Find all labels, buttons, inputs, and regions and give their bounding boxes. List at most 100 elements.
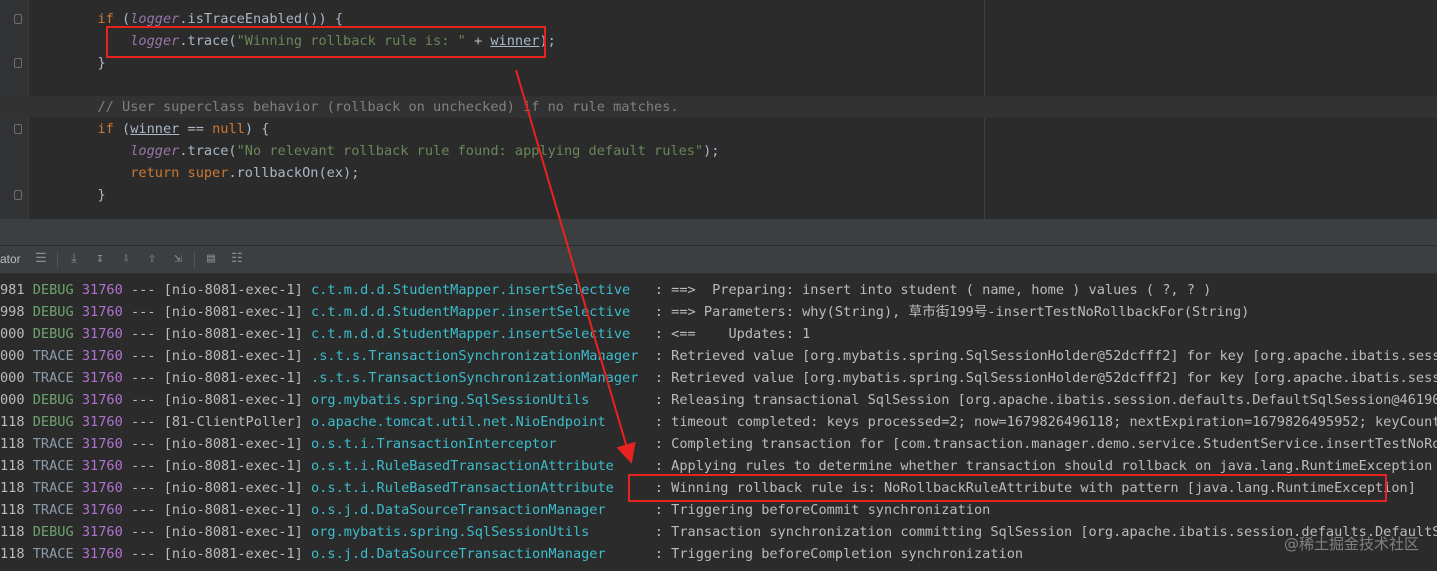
log-pid: 31760 [81,326,123,342]
code-highlight-box [106,26,546,58]
log-msg: : ==> Preparing: insert into student ( n… [654,282,1212,298]
code-token: == [179,121,213,137]
code-token: } [97,187,106,203]
log-thread: [nio-8081-exec-1] [163,326,303,342]
log-level: TRACE [32,436,74,452]
upload-icon[interactable]: ⇧ [144,251,160,267]
log-level: TRACE [32,480,74,496]
console-output[interactable]: 981 DEBUG 31760 --- [nio-8081-exec-1] c.… [0,274,1437,571]
log-row: 118 TRACE 31760 --- [nio-8081-exec-1] o.… [0,433,1437,455]
download-alt-icon[interactable]: ⇩ [118,251,134,267]
log-time: 000 [0,392,25,408]
fold-marker-icon[interactable] [14,190,22,200]
code-line: } [0,184,1437,206]
log-pid: 31760 [81,480,123,496]
code-token: ); [703,143,720,159]
watermark: @稀土掘金技术社区 [1283,535,1419,553]
log-logger[interactable]: c.t.m.d.d.StudentMapper.insertSelective [311,304,647,320]
log-time: 118 [0,458,25,474]
log-level: DEBUG [32,392,74,408]
fold-marker-icon[interactable] [14,124,22,134]
log-time: 000 [0,348,25,364]
console-toolbar: ator ☰ ⤓ ↧ ⇩ ⇧ ⇲ ▤ ☷ [0,245,1437,274]
log-thread: [nio-8081-exec-1] [163,502,303,518]
code-token: .trace( [179,143,237,159]
log-logger[interactable]: org.mybatis.spring.SqlSessionUtils [311,392,647,408]
log-pid: 31760 [81,370,123,386]
log-level: TRACE [32,458,74,474]
log-row: 118 TRACE 31760 --- [nio-8081-exec-1] o.… [0,543,1437,565]
log-row: 118 TRACE 31760 --- [nio-8081-exec-1] o.… [0,499,1437,521]
run-configuration-label[interactable]: ator [0,252,21,266]
log-logger[interactable]: o.s.j.d.DataSourceTransactionManager [311,502,647,518]
fold-marker-icon[interactable] [14,14,22,24]
log-msg: : Retrieved value [org.mybatis.spring.Sq… [654,348,1437,364]
log-thread: [nio-8081-exec-1] [163,524,303,540]
log-msg: : Releasing transactional SqlSession [or… [654,392,1437,408]
log-logger[interactable]: o.s.t.i.RuleBasedTransactionAttribute [311,480,647,496]
log-logger[interactable]: .s.t.s.TransactionSynchronizationManager [311,370,647,386]
log-time: 118 [0,480,25,496]
download-icon[interactable]: ↧ [92,251,108,267]
log-level: TRACE [32,348,74,364]
log-logger[interactable]: o.s.t.i.RuleBasedTransactionAttribute [311,458,647,474]
log-logger[interactable]: o.s.t.i.TransactionInterceptor [311,436,647,452]
log-pid: 31760 [81,436,123,452]
log-level: TRACE [32,546,74,562]
log-row: 981 DEBUG 31760 --- [nio-8081-exec-1] c.… [0,279,1437,301]
scroll-icon[interactable]: ⇲ [170,251,186,267]
code-token: if [97,121,114,137]
log-thread: [nio-8081-exec-1] [163,546,303,562]
log-row: 118 DEBUG 31760 --- [nio-8081-exec-1] or… [0,521,1437,543]
log-level: DEBUG [32,282,74,298]
log-dash: --- [130,282,156,298]
code-token: logger [130,11,180,27]
log-row: 000 TRACE 31760 --- [nio-8081-exec-1] .s… [0,345,1437,367]
log-dash: --- [130,546,156,562]
log-dash: --- [130,370,156,386]
log-logger[interactable]: o.s.j.d.DataSourceTransactionManager [311,546,647,562]
code-token: ) { [244,121,270,137]
log-logger[interactable]: .s.t.s.TransactionSynchronizationManager [311,348,647,364]
code-token: .rollbackOn(ex); [228,165,360,181]
log-row: 000 TRACE 31760 --- [nio-8081-exec-1] .s… [0,367,1437,389]
menu-icon[interactable]: ☰ [33,251,49,267]
log-level: DEBUG [32,304,74,320]
log-dash: --- [130,304,156,320]
code-token: } [97,55,106,71]
toolbar-divider [57,252,58,268]
print-icon[interactable]: ▤ [203,251,219,267]
log-dash: --- [130,502,156,518]
log-highlight-box [628,474,1387,502]
log-logger[interactable]: o.apache.tomcat.util.net.NioEndpoint [311,414,647,430]
log-pid: 31760 [81,546,123,562]
log-time: 118 [0,524,25,540]
log-pid: 31760 [81,502,123,518]
scroll-to-end-icon[interactable]: ⤓ [66,251,82,267]
log-msg: : Completing transaction for [com.transa… [654,436,1437,452]
log-row: 000 DEBUG 31760 --- [nio-8081-exec-1] c.… [0,323,1437,345]
log-time: 000 [0,326,25,342]
log-pid: 31760 [81,458,123,474]
code-token: winner [130,121,180,137]
log-thread: [81-ClientPoller] [163,414,303,430]
log-level: DEBUG [32,326,74,342]
log-msg: : Retrieved value [org.mybatis.spring.Sq… [654,370,1437,386]
log-level: TRACE [32,502,74,518]
log-row: 000 DEBUG 31760 --- [nio-8081-exec-1] or… [0,389,1437,411]
log-dash: --- [130,436,156,452]
log-msg: : <== Updates: 1 [654,326,811,342]
fold-marker-icon[interactable] [14,58,22,68]
log-thread: [nio-8081-exec-1] [163,392,303,408]
log-logger[interactable]: c.t.m.d.d.StudentMapper.insertSelective [311,326,647,342]
log-logger[interactable]: org.mybatis.spring.SqlSessionUtils [311,524,647,540]
log-pid: 31760 [81,524,123,540]
panel-separator[interactable] [0,219,1437,245]
log-pid: 31760 [81,282,123,298]
log-logger[interactable]: c.t.m.d.d.StudentMapper.insertSelective [311,282,647,298]
log-thread: [nio-8081-exec-1] [163,304,303,320]
code-line: // User superclass behavior (rollback on… [0,96,1437,118]
log-dash: --- [130,458,156,474]
soft-wrap-icon[interactable]: ☷ [229,251,245,267]
